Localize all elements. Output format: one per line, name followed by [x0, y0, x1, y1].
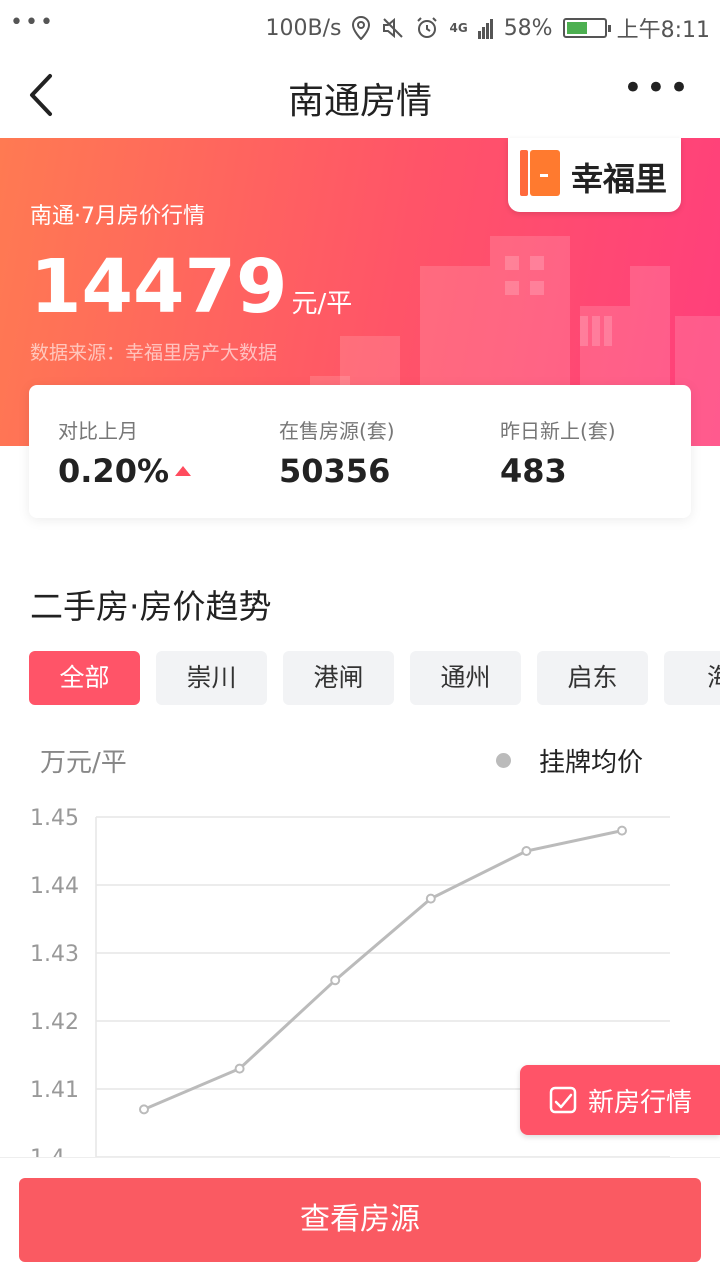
legend-label: 挂牌均价 — [539, 748, 644, 778]
tab-chongchuan[interactable]: 崇川 — [156, 651, 267, 705]
stat-listings: 在售房源(套) 50356 — [279, 415, 395, 490]
location-icon — [352, 16, 371, 40]
stat-value: 0.20% — [58, 452, 170, 490]
section-title: 二手房·房价趋势 — [30, 587, 272, 626]
brand-logo: 幸福里 — [508, 138, 681, 212]
door-logo-icon — [520, 150, 560, 196]
banner-subtitle: 南通·7月房价行情 — [30, 204, 205, 229]
network-speed: 100B/s — [265, 15, 342, 41]
stat-value: 483 — [500, 452, 567, 490]
tab-all[interactable]: 全部 — [29, 651, 140, 705]
data-point[interactable] — [139, 1104, 149, 1115]
y-tick-label: 1.44 — [30, 874, 79, 899]
network-type: 4G — [449, 21, 468, 35]
average-price: 14479 元/平 — [30, 242, 352, 349]
y-tick-label: 1.43 — [30, 942, 79, 967]
price-unit: 元/平 — [291, 289, 353, 319]
stat-value: 50356 — [279, 452, 391, 490]
page-title: 南通房情 — [287, 81, 432, 122]
stats-card: 对比上月 0.20% 在售房源(套) 50356 昨日新上(套) 483 — [29, 385, 691, 518]
battery-icon — [562, 18, 611, 38]
data-point[interactable] — [521, 846, 532, 856]
data-point[interactable] — [617, 825, 627, 836]
status-bar: ••• 100B/s 4G 58% 上午8:11 — [0, 0, 720, 52]
view-listings-button[interactable]: 查看房源 — [19, 1178, 701, 1262]
tab-tongzhou[interactable]: 通州 — [410, 651, 521, 705]
tab-partial[interactable]: 海 — [664, 651, 720, 705]
chart-y-unit: 万元/平 — [40, 748, 127, 778]
tab-qidong[interactable]: 启东 — [537, 651, 648, 705]
more-options-icon[interactable]: ••• — [623, 68, 692, 108]
stat-month-change: 对比上月 0.20% — [58, 415, 192, 490]
district-tabs: 全部 崇川 港闸 通州 启东海 — [29, 651, 720, 705]
tab-gangzha[interactable]: 港闸 — [283, 651, 394, 705]
price-value: 14479 — [30, 244, 288, 330]
brand-name: 幸福里 — [571, 160, 668, 198]
nav-bar: 南通房情 ••• — [0, 52, 720, 139]
signal-icon — [477, 19, 493, 39]
stat-label: 昨日新上(套) — [500, 419, 616, 443]
y-tick-label: 1.45 — [30, 806, 79, 831]
new-home-market-button[interactable]: 新房行情 — [520, 1065, 720, 1135]
data-point[interactable] — [425, 893, 436, 904]
battery-percent: 58% — [503, 15, 553, 41]
bottom-bar: 查看房源 — [0, 1157, 720, 1281]
data-source: 数据来源：幸福里房产大数据 — [30, 342, 278, 364]
new-home-market-label: 新房行情 — [587, 1087, 692, 1118]
y-tick-label: 1.4 — [30, 1146, 65, 1157]
alarm-icon — [417, 17, 438, 38]
notification-dots: ••• — [10, 10, 55, 35]
chart-legend: 挂牌均价 — [496, 742, 643, 779]
clock: 上午8:11 — [616, 18, 710, 43]
trend-up-icon — [175, 466, 192, 476]
legend-dot — [496, 753, 511, 768]
stat-label: 对比上月 — [58, 419, 138, 443]
mute-icon — [383, 17, 404, 39]
stat-new-yesterday: 昨日新上(套) 483 — [500, 415, 616, 490]
data-point[interactable] — [234, 1063, 245, 1074]
chart-check-icon — [549, 1086, 577, 1114]
y-tick-label: 1.42 — [30, 1010, 79, 1035]
data-point[interactable] — [330, 975, 341, 986]
y-tick-label: 1.41 — [30, 1078, 79, 1103]
stat-label: 在售房源(套) — [279, 419, 395, 443]
